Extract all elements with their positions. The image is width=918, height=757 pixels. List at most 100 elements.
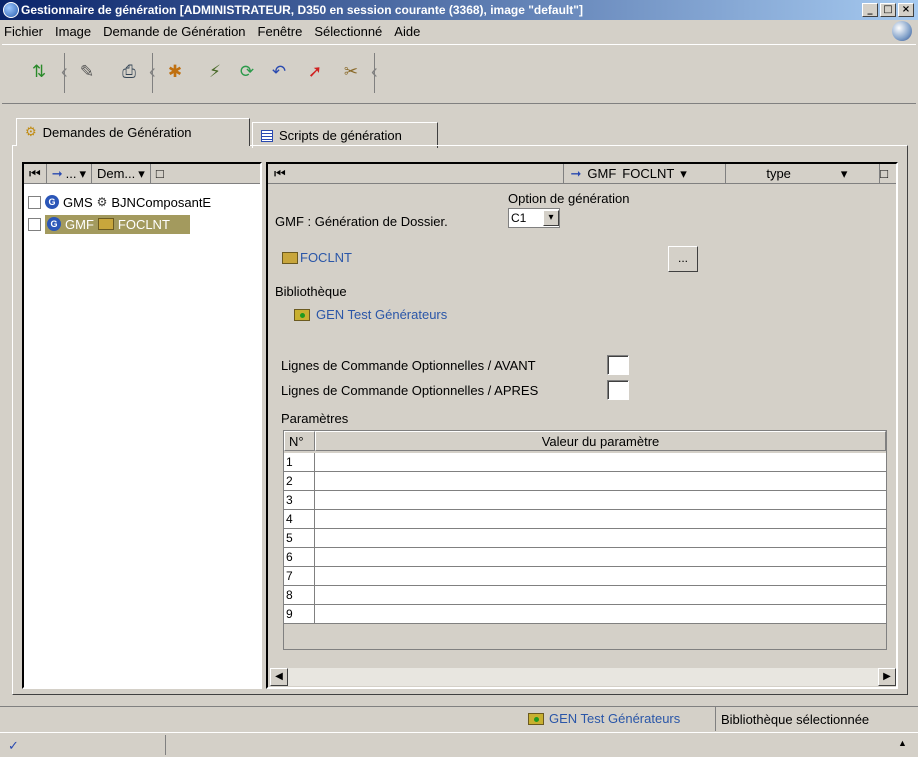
maximize-pane-icon[interactable]: □ [151,164,169,183]
header-spacer [407,164,565,183]
row-number: 6 [286,550,293,564]
chevron-down-icon: ▾ [79,165,86,181]
stamp-icon[interactable]: ✂ [338,59,364,85]
cycle-icon[interactable]: ⟳ [234,59,260,85]
close-button[interactable]: × [898,3,914,17]
chevron-down-icon: ▾ [680,165,687,181]
library-icon [294,308,310,321]
print-icon[interactable]: ⎙ [116,59,142,85]
item-checkbox[interactable] [28,217,41,231]
menu-fenetre[interactable]: Fenêtre [252,24,309,39]
minimize-button[interactable]: _ [862,3,878,17]
table-row[interactable]: 7 [284,567,886,586]
toolbar-separator [371,53,382,93]
arrow-right-icon: ➞ [570,165,582,181]
collapse-icon[interactable]: ⏮ [268,166,407,182]
option-select[interactable]: C1 ▾ [508,208,560,228]
pin-icon[interactable]: ✎ [74,59,100,85]
menu-fichier[interactable]: Fichier [0,24,49,39]
row-number: 7 [286,569,293,583]
params-table: N° Valeur du paramètre 1 2 3 4 5 6 7 8 9 [283,430,887,650]
menu-bar: Fichier Image Demande de Génération Fenê… [0,20,918,42]
globe-icon [892,21,912,41]
col-dropdown[interactable]: type ▾ [726,164,881,183]
window-title: Gestionnaire de génération [ADMINISTRATE… [21,3,583,17]
header-type: GMF [587,166,617,181]
bibliotheque-value: GEN Test Générateurs [316,307,448,322]
header-name: FOCLNT [622,166,675,181]
chevron-down-icon: ▾ [138,165,145,181]
status-library[interactable]: GEN Test Générateurs [528,711,680,726]
row-number: 9 [286,607,293,621]
maximize-pane-icon[interactable]: □ [880,166,896,181]
status-divider [165,735,166,755]
tree-item[interactable]: G GMF FOCLNT [28,214,190,234]
item-checkbox[interactable] [28,195,41,209]
dossier-link[interactable]: FOCLNT [282,250,352,265]
link-icon[interactable]: ⚡ [202,59,228,85]
status-bar-bottom: ✓ ▲ [0,732,918,757]
chevron-down-icon[interactable]: ▾ [543,210,559,226]
arrow-right-icon: ➞ [51,165,63,181]
selected-item[interactable]: G GMF FOCLNT [45,214,190,234]
row-number: 4 [286,512,293,526]
left-pane-header: ⏮ ➞ ... ▾ Dem... ▾ □ [24,164,260,184]
menu-selectionne[interactable]: Sélectionné [308,24,388,39]
tab-demandes[interactable]: ⚙ Demandes de Génération [16,118,250,146]
row-number: 5 [286,531,293,545]
bibliotheque-label: Bibliothèque [275,284,347,299]
dem-dropdown[interactable]: Dem... ▾ [92,164,151,183]
status-text: Bibliothèque sélectionnée [721,712,870,727]
gmf-label: GMF : Génération de Dossier. [275,214,448,229]
scroll-right-icon[interactable]: ▶ [878,668,896,686]
table-row[interactable]: 3 [284,491,886,510]
build-icon[interactable]: ✱ [162,59,188,85]
row-number: 2 [286,474,293,488]
undo-icon[interactable]: ↶ [266,59,292,85]
browse-button[interactable]: ... [668,246,698,272]
gear-icon: ⚙ [25,125,37,140]
toolbar-separator [61,53,72,93]
parametres-label: Paramètres [281,411,349,426]
table-row[interactable]: 8 [284,586,886,605]
option-value: C1 [511,211,527,225]
tab-demandes-label: Demandes de Génération [42,125,192,140]
collapse-icon[interactable]: ⏮ [24,164,47,183]
horizontal-scrollbar[interactable]: ◀ ▶ [270,668,896,686]
chevron-down-icon: ▾ [840,165,848,181]
dossier-name: FOCLNT [300,250,352,265]
table-row[interactable]: 2 [284,472,886,491]
table-row[interactable]: 5 [284,529,886,548]
col-value-header[interactable]: Valeur du paramètre [315,431,886,451]
col-num-header[interactable]: N° [284,431,315,451]
item-name: FOCLNT [117,216,170,232]
arrow-dropdown[interactable]: ➞ ... ▾ [47,164,92,183]
avant-input[interactable] [607,355,629,375]
right-pane-header: ⏮ ➞ GMF FOCLNT ▾ type ▾ □ [268,164,896,184]
avant-label: Lignes de Commande Optionnelles / AVANT [281,358,536,373]
tab-scripts-label: Scripts de génération [279,128,402,143]
folder-icon [282,251,298,264]
apres-input[interactable] [607,380,629,400]
status-library-name: GEN Test Générateurs [549,711,681,726]
bibliotheque-link[interactable]: GEN Test Générateurs [294,307,447,322]
send-icon[interactable]: ➚ [302,59,328,85]
type-dropdown[interactable]: ➞ GMF FOCLNT ▾ [564,164,727,183]
library-icon [528,712,544,725]
tree-item[interactable]: G GMS ⚙ BJNComposantE [28,192,211,212]
menu-image[interactable]: Image [49,24,97,39]
list-icon [261,129,273,142]
table-row[interactable]: 1 [284,453,886,472]
maximize-button[interactable]: □ [880,3,896,17]
table-row[interactable]: 4 [284,510,886,529]
table-row[interactable]: 9 [284,605,886,624]
refresh-icon[interactable]: ⇅ [26,59,52,85]
expand-icon[interactable]: ▲ [898,738,907,748]
header-col: type [766,166,791,181]
scroll-left-icon[interactable]: ◀ [270,668,288,686]
check-icon: ✓ [8,738,19,753]
table-row[interactable]: 6 [284,548,886,567]
toolbar: ⇅ ✎ ⎙ ✱ ⚡ ⟳ ↶ ➚ ✂ [2,44,916,104]
menu-demande[interactable]: Demande de Génération [97,24,251,39]
menu-aide[interactable]: Aide [388,24,426,39]
